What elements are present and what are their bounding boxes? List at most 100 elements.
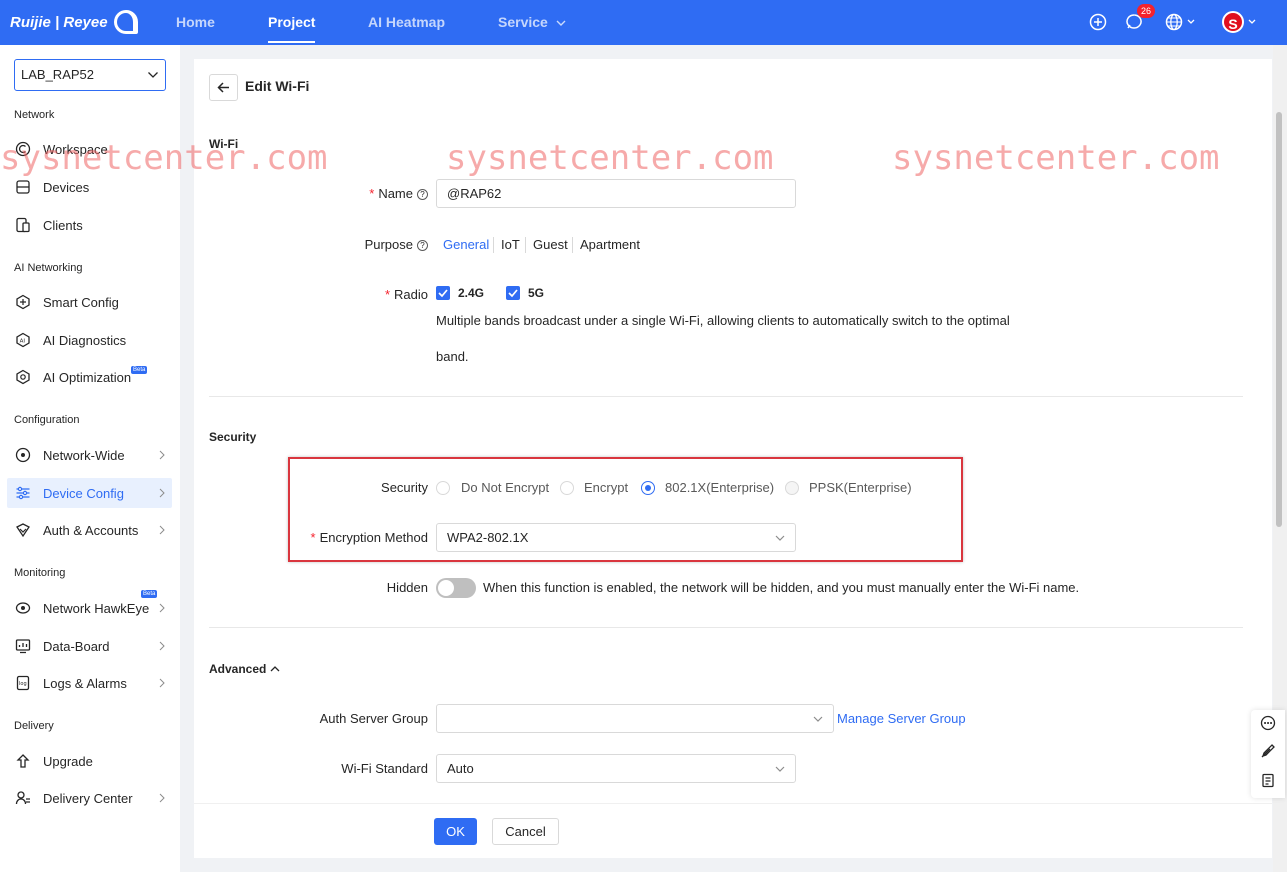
chevron-up-icon [270, 666, 280, 672]
sidebar-item-label: AI Optimization [43, 369, 132, 385]
page-title: Edit Wi-Fi [245, 78, 310, 94]
section-title-security: Security [209, 430, 257, 444]
nav-service[interactable]: Service [498, 0, 566, 45]
purpose-guest[interactable]: Guest [533, 237, 568, 252]
nav-service-label: Service [498, 14, 548, 30]
manage-server-group-link[interactable]: Manage Server Group [837, 711, 966, 726]
sidebar-item-data-board[interactable]: Data-Board [7, 631, 172, 661]
sidebar-item-label: Auth & Accounts [43, 522, 139, 538]
brand-logo[interactable]: Ruijie | Reyee [10, 10, 138, 34]
nav-ai-heatmap[interactable]: AI Heatmap [368, 0, 445, 45]
logs-icon: log [16, 675, 30, 691]
sidebar-item-label: AI Diagnostics [43, 332, 127, 348]
chevron-down-icon [148, 72, 158, 78]
auth-server-group-select[interactable] [436, 704, 834, 733]
sidebar-item-device-config[interactable]: Device Config [7, 478, 172, 508]
smart-config-icon [16, 294, 30, 310]
ai-diagnostics-icon: AI [16, 332, 30, 348]
radio-hint-line1: Multiple bands broadcast under a single … [436, 313, 1010, 328]
chevron-right-icon [159, 793, 165, 803]
wifi-name-input[interactable]: @RAP62 [436, 179, 796, 208]
sidebar-item-label: Workspace [43, 141, 108, 157]
form-footer [194, 803, 1272, 858]
cancel-button[interactable]: Cancel [492, 818, 559, 845]
purpose-iot[interactable]: IoT [501, 237, 520, 252]
user-avatar[interactable]: S [1222, 11, 1244, 33]
check-icon [508, 289, 518, 298]
back-button[interactable] [209, 74, 238, 101]
purpose-label: Purpose? [300, 237, 428, 252]
sidebar-item-devices[interactable]: Devices [7, 172, 172, 202]
ai-optimization-icon [16, 369, 30, 385]
required-mark: * [369, 186, 375, 201]
advanced-toggle[interactable]: Advanced [209, 662, 280, 676]
notification-badge: 26 [1137, 4, 1156, 18]
sidebar-item-network-wide[interactable]: Network-Wide [7, 440, 172, 470]
help-icon[interactable]: ? [417, 240, 428, 251]
arrow-left-icon [217, 82, 229, 93]
sidebar-item-clients[interactable]: Clients [7, 210, 172, 240]
purpose-general[interactable]: General [443, 237, 489, 252]
wifi-standard-select[interactable]: Auto [436, 754, 796, 783]
project-select[interactable]: LAB_RAP52 [14, 59, 166, 91]
section-monitoring: Monitoring [14, 567, 66, 579]
section-divider [209, 627, 1243, 628]
sidebar-item-label: Clients [43, 217, 83, 233]
sidebar-item-ai-optimization[interactable]: AI Optimization [7, 362, 172, 392]
sidebar-item-workspace[interactable]: Workspace [7, 134, 172, 164]
sidebar-item-label: Logs & Alarms [43, 675, 127, 691]
check-icon [438, 289, 448, 298]
hidden-toggle[interactable] [436, 578, 476, 598]
scrollbar-thumb[interactable] [1276, 112, 1282, 527]
band-5g-checkbox[interactable] [506, 286, 520, 300]
sidebar-item-label: Delivery Center [43, 790, 133, 806]
svg-text:AI: AI [20, 339, 26, 345]
chevron-right-icon [159, 603, 165, 613]
purpose-label-text: Purpose [364, 237, 413, 252]
ok-button[interactable]: OK [434, 818, 477, 845]
logo-mark-icon [113, 10, 138, 34]
sidebar: LAB_RAP52 Network Workspace Devices Clie… [0, 45, 180, 872]
radio-label: * Radio [300, 287, 428, 302]
svg-text:log: log [19, 681, 27, 687]
beta-badge: Beta [141, 590, 158, 598]
sidebar-item-upgrade[interactable]: Upgrade [7, 746, 172, 776]
section-title-advanced: Advanced [209, 662, 267, 676]
beta-badge: Beta [131, 366, 148, 374]
radio-hint-line2: band. [436, 349, 469, 364]
sidebar-item-logs-alarms[interactable]: log Logs & Alarms [7, 668, 172, 698]
chat-icon[interactable] [1260, 715, 1276, 731]
data-board-icon [15, 639, 31, 654]
nav-project[interactable]: Project [268, 0, 316, 45]
wifi-standard-value: Auto [447, 761, 474, 776]
band-24g-checkbox[interactable] [436, 286, 450, 300]
chevron-right-icon [159, 641, 165, 651]
section-ai-networking: AI Networking [14, 262, 83, 274]
devices-icon [16, 180, 30, 194]
help-icon[interactable]: ? [417, 189, 428, 200]
band-5g-label: 5G [528, 286, 545, 300]
globe-icon[interactable] [1164, 12, 1184, 32]
sidebar-item-label: Data-Board [43, 638, 110, 654]
sidebar-item-label: Upgrade [43, 753, 93, 769]
sidebar-item-delivery-center[interactable]: Delivery Center [7, 783, 172, 813]
sidebar-item-label: Devices [43, 179, 90, 195]
hidden-label: Hidden [386, 580, 428, 595]
chevron-down-icon [1248, 19, 1256, 24]
feedback-icon[interactable] [1260, 743, 1276, 759]
hidden-hint: When this function is enabled, the netwo… [483, 580, 1080, 595]
sidebar-item-auth-accounts[interactable]: Auth & Accounts [7, 515, 172, 545]
purpose-apartment[interactable]: Apartment [580, 237, 640, 252]
section-configuration: Configuration [14, 414, 80, 426]
nav-home[interactable]: Home [176, 0, 215, 45]
chevron-down-icon [775, 766, 785, 772]
chevron-down-icon [1187, 19, 1195, 24]
sidebar-item-ai-diagnostics[interactable]: AI AI Diagnostics [7, 325, 172, 355]
delivery-center-icon [15, 791, 30, 805]
clipboard-icon[interactable] [1260, 772, 1276, 788]
chevron-down-icon [556, 20, 566, 26]
add-circle-icon[interactable] [1088, 12, 1108, 32]
wifi-standard-label: Wi-Fi Standard [341, 761, 428, 776]
sidebar-item-smart-config[interactable]: Smart Config [7, 287, 172, 317]
brand-name: Ruijie | Reyee [10, 13, 108, 31]
